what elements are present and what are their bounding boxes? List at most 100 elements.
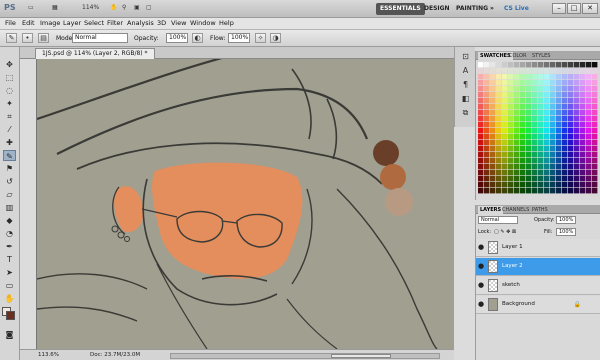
swatch-cell[interactable] <box>544 170 550 176</box>
swatch-grid[interactable] <box>478 62 598 198</box>
swatch-cell[interactable] <box>586 146 592 152</box>
eyedropper-tool-icon[interactable]: ⁄ <box>3 124 16 135</box>
swatch-cell[interactable] <box>592 170 598 176</box>
swatch-cell[interactable] <box>490 164 496 170</box>
swatch-cell[interactable] <box>514 170 520 176</box>
swatch-cell[interactable] <box>568 182 574 188</box>
swatch-cell[interactable] <box>586 116 592 122</box>
swatch-cell[interactable] <box>568 158 574 164</box>
swatch-cell[interactable] <box>562 164 568 170</box>
swatch-cell[interactable] <box>520 128 526 134</box>
swatch-cell[interactable] <box>526 134 532 140</box>
swatch-cell[interactable] <box>556 140 562 146</box>
swatch-cell[interactable] <box>526 128 532 134</box>
swatch-cell[interactable] <box>496 140 502 146</box>
swatch-cell[interactable] <box>574 98 580 104</box>
swatch-cell[interactable] <box>490 86 496 92</box>
mode-select[interactable]: Normal <box>72 33 128 43</box>
swatch-cell[interactable] <box>568 86 574 92</box>
swatch-cell[interactable] <box>490 80 496 86</box>
swatch-cell[interactable] <box>544 110 550 116</box>
swatch-cell[interactable] <box>568 188 574 194</box>
swatch-cell[interactable] <box>568 110 574 116</box>
swatch-cell[interactable] <box>568 134 574 140</box>
swatch-cell[interactable] <box>580 176 586 182</box>
swatch-cell[interactable] <box>580 68 586 74</box>
swatch-cell[interactable] <box>532 122 538 128</box>
blur-tool-icon[interactable]: ◆ <box>3 215 16 226</box>
swatch-cell[interactable] <box>532 188 538 194</box>
swatch-cell[interactable] <box>556 128 562 134</box>
tab-channels[interactable]: CHANNELS <box>500 206 531 214</box>
swatch-cell[interactable] <box>574 122 580 128</box>
layer-row[interactable]: ● Layer 2 <box>476 258 600 276</box>
swatch-cell[interactable] <box>580 182 586 188</box>
menu-filter[interactable]: Filter <box>107 19 123 27</box>
swatch-cell[interactable] <box>538 128 544 134</box>
swatch-cell[interactable] <box>544 182 550 188</box>
swatch-cell[interactable] <box>544 128 550 134</box>
swatch-cell[interactable] <box>586 128 592 134</box>
swatch-cell[interactable] <box>586 188 592 194</box>
swatch-cell[interactable] <box>496 62 502 68</box>
swatch-cell[interactable] <box>574 146 580 152</box>
document-tab[interactable]: 1JS.psd @ 114% (Layer 2, RGB/8) * <box>35 48 155 59</box>
swatch-cell[interactable] <box>568 98 574 104</box>
menu-layer[interactable]: Layer <box>63 19 81 27</box>
lock-options-icon[interactable]: ▢ ✎ ✥ ⊠ <box>494 229 516 235</box>
swatch-cell[interactable] <box>586 134 592 140</box>
swatch-cell[interactable] <box>484 134 490 140</box>
swatch-cell[interactable] <box>562 182 568 188</box>
swatch-cell[interactable] <box>508 110 514 116</box>
swatch-cell[interactable] <box>484 128 490 134</box>
swatch-cell[interactable] <box>508 176 514 182</box>
swatch-cell[interactable] <box>544 122 550 128</box>
swatch-cell[interactable] <box>484 176 490 182</box>
swatch-cell[interactable] <box>580 140 586 146</box>
swatch-cell[interactable] <box>502 158 508 164</box>
swatch-cell[interactable] <box>568 176 574 182</box>
swatch-cell[interactable] <box>580 98 586 104</box>
swatch-cell[interactable] <box>538 92 544 98</box>
swatch-cell[interactable] <box>562 152 568 158</box>
swatch-cell[interactable] <box>514 188 520 194</box>
swatch-cell[interactable] <box>490 182 496 188</box>
swatch-cell[interactable] <box>532 104 538 110</box>
swatch-cell[interactable] <box>544 86 550 92</box>
swatch-cell[interactable] <box>550 182 556 188</box>
swatch-cell[interactable] <box>526 80 532 86</box>
swatch-cell[interactable] <box>562 170 568 176</box>
swatch-cell[interactable] <box>514 164 520 170</box>
swatch-cell[interactable] <box>508 146 514 152</box>
swatch-cell[interactable] <box>520 110 526 116</box>
swatch-cell[interactable] <box>556 134 562 140</box>
swatch-cell[interactable] <box>520 68 526 74</box>
horizontal-scrollbar[interactable] <box>170 353 440 359</box>
swatch-cell[interactable] <box>538 122 544 128</box>
swatch-cell[interactable] <box>544 116 550 122</box>
swatch-cell[interactable] <box>478 122 484 128</box>
swatch-cell[interactable] <box>574 104 580 110</box>
swatch-cell[interactable] <box>502 140 508 146</box>
swatch-cell[interactable] <box>526 140 532 146</box>
swatch-cell[interactable] <box>514 68 520 74</box>
swatch-cell[interactable] <box>490 152 496 158</box>
swatch-cell[interactable] <box>550 188 556 194</box>
swatch-cell[interactable] <box>478 80 484 86</box>
swatch-cell[interactable] <box>568 62 574 68</box>
swatch-cell[interactable] <box>544 98 550 104</box>
swatch-cell[interactable] <box>562 110 568 116</box>
swatch-cell[interactable] <box>490 122 496 128</box>
swatch-cell[interactable] <box>532 68 538 74</box>
clone-source-panel-icon[interactable]: ⧉ <box>459 107 472 118</box>
swatch-cell[interactable] <box>502 86 508 92</box>
swatch-cell[interactable] <box>502 152 508 158</box>
swatch-cell[interactable] <box>532 110 538 116</box>
zoom-icon[interactable]: ⚲ <box>122 4 126 14</box>
swatch-cell[interactable] <box>550 134 556 140</box>
eraser-tool-icon[interactable]: ▱ <box>3 189 16 200</box>
menu-view[interactable]: View <box>171 19 186 27</box>
grid-icon[interactable]: ▦ <box>52 4 58 14</box>
swatch-cell[interactable] <box>532 86 538 92</box>
maximize-icon[interactable]: □ <box>567 3 581 14</box>
